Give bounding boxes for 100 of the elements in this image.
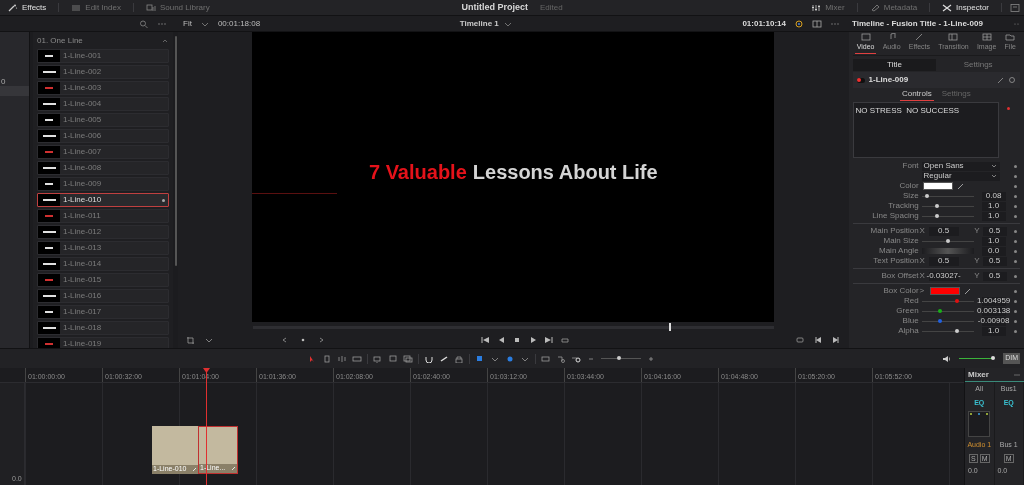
value-field[interactable]: 0.0 [981,246,1006,256]
property-label: Font [901,160,919,172]
enable-toggle[interactable] [856,77,865,83]
value-field[interactable]: -0.03027- [928,271,959,281]
effect-item[interactable]: 1-Line-008 [37,161,169,175]
color-wheel-icon[interactable] [794,19,804,28]
value-field[interactable]: 1.0 [981,211,1006,221]
effect-item[interactable]: 1-Line-009 [37,177,169,191]
magic-wand-icon[interactable] [8,3,18,12]
slider-thumb[interactable] [954,298,959,303]
axis-label: X [919,255,926,267]
effect-item[interactable]: 1-Line-001 [37,49,169,63]
zoom-dropdown[interactable]: Fit [183,17,210,30]
panel-tab[interactable]: Edit Index [67,1,125,14]
angle-dial[interactable] [921,248,974,254]
effect-item[interactable]: 1-Line-002 [37,65,169,79]
slider-thumb[interactable] [935,213,940,218]
dropdown[interactable]: Regular [921,171,1000,181]
transition-icon[interactable] [948,32,959,41]
value-field[interactable]: 1.0 [981,201,1006,211]
folder-icon[interactable] [1005,32,1016,41]
timeline-dropdown[interactable]: Timeline 1 [459,17,513,30]
dropdown[interactable]: Open Sans [921,161,1000,171]
expand-arrow[interactable]: > [919,285,926,297]
effect-name: 1-Line-014 [63,258,103,270]
group-header[interactable]: 01. One Line [37,35,169,47]
zoom-in-icon[interactable] [646,354,656,363]
search-icon[interactable] [139,19,149,28]
chevron-up-icon[interactable] [161,37,169,45]
effect-item[interactable]: 1-Line-006 [37,129,169,143]
cross-tools-icon[interactable] [942,3,953,12]
split-view-icon[interactable] [812,19,822,28]
effect-item[interactable]: 1-Line-011 [37,209,169,223]
slider-thumb[interactable] [935,203,940,208]
title-thumbnail [38,258,60,270]
crop-icon[interactable] [186,336,196,344]
effect-item[interactable]: 1-Line-016 [37,289,169,303]
section-tab[interactable]: Title [852,59,937,71]
effect-item[interactable]: 1-Line-005 [37,113,169,127]
value-field[interactable]: 0.5 [982,271,1007,281]
tag-icon[interactable] [869,3,880,12]
value-field[interactable]: 0.5 [982,226,1007,236]
caret-icon[interactable] [204,336,214,344]
slider-thumb[interactable] [937,318,942,323]
panel-toggle-icon[interactable] [1010,3,1020,12]
playhead-marker[interactable] [669,322,672,331]
panel-tab[interactable]: Mixer [807,1,849,14]
next-edit-icon[interactable] [830,336,841,344]
color-swatch[interactable] [929,287,960,295]
text-input[interactable]: NO STRESS NO SUCCESS [852,102,999,158]
title-thumbnail [38,274,60,286]
speaker-icon[interactable] [942,354,953,363]
scrollbar[interactable] [174,36,177,266]
value-field[interactable]: 0.5 [982,256,1007,266]
panel-tab[interactable]: Inspector [938,1,993,14]
pan-graph [968,411,991,437]
value-field[interactable]: 0.5 [928,256,959,266]
value-field[interactable]: 1.0 [981,236,1006,246]
sliders-icon[interactable] [811,3,822,12]
overlay-icon[interactable] [373,354,383,363]
skip-end-icon[interactable] [544,336,555,344]
section-tab[interactable]: Settings [936,59,1020,71]
effect-item[interactable]: 1-Line-018 [37,321,169,335]
reset-icon[interactable] [1008,76,1016,84]
value-field[interactable]: 1.0 [981,326,1006,336]
panel-tab[interactable]: Metadata [865,1,922,14]
panel-tab[interactable]: Sound Library [141,1,214,14]
subtab[interactable]: Controls [899,87,934,101]
effect-item[interactable]: 1-Line-015 [37,273,169,287]
project-status: Edited [539,1,563,14]
value-field[interactable]: 0.5 [928,226,959,236]
effect-item[interactable]: 1-Line-004 [37,97,169,111]
zoom-detail-icon[interactable] [556,354,566,363]
effect-item[interactable]: 1-Line-012 [37,225,169,239]
grid-icon[interactable] [981,32,992,41]
property-label: Green [895,305,919,317]
slider-thumb[interactable] [924,193,929,198]
slider-thumb[interactable] [954,328,959,333]
slider-thumb[interactable] [937,308,942,313]
slider-thumb[interactable] [945,238,950,243]
film-frame-icon[interactable] [860,32,871,41]
effect-item[interactable]: 1-Line-017 [37,305,169,319]
skip-start-icon[interactable] [480,336,491,344]
replace-icon[interactable] [403,354,413,363]
title-thumbnail [38,322,60,334]
effect-item[interactable]: 1-Line-014 [37,257,169,271]
prev-edit-icon[interactable] [812,336,823,344]
lock-icon[interactable] [454,354,464,363]
zoom-custom-icon[interactable] [571,354,581,363]
effect-item[interactable]: 1-Line-013 [37,241,169,255]
panel-tab[interactable]: Effects [4,1,51,14]
magnet-icon[interactable] [424,354,434,363]
color-swatch[interactable] [922,182,953,190]
effect-item[interactable]: 1-Line-007 [37,145,169,159]
value-field[interactable]: 0.08 [981,191,1006,201]
effect-item[interactable]: 1-Line-003 [37,81,169,95]
media-icon[interactable] [145,3,156,12]
marker-icon[interactable] [505,354,515,363]
effect-item[interactable]: 1-Line-010 [37,193,169,207]
effect-name: 1-Line-013 [63,242,103,254]
